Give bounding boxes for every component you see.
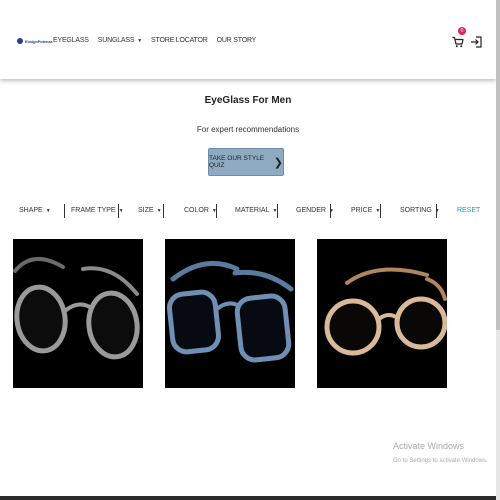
filter-divider (118, 204, 119, 218)
filter-size[interactable]: SIZE ▼ (138, 204, 162, 218)
login-icon[interactable] (470, 36, 482, 48)
filter-color[interactable]: COLOR ▼ (184, 204, 217, 218)
logo-text: EnsignPotenza (25, 38, 53, 44)
filter-price[interactable]: PRICE ▼ (351, 204, 380, 218)
taskbar (0, 496, 496, 500)
chevron-down-icon: ▼ (137, 38, 143, 44)
page-subtitle: For expert recommendations (196, 125, 300, 134)
cart-icon[interactable] (452, 36, 464, 48)
filter-frame-type[interactable]: FRAME TYPE ▼ (71, 204, 124, 218)
filter-gender[interactable]: GENDER ▼ (296, 204, 334, 218)
filter-divider (277, 204, 278, 218)
filter-shape[interactable]: SHAPE ▼ (19, 204, 51, 218)
nav-store-locator[interactable]: STORE LOCATOR (151, 37, 208, 44)
nav-links: EYEGLASS SUNGLASS ▼ STORE LOCATOR OUR STO… (53, 37, 256, 44)
nav-eyeglass[interactable]: EYEGLASS (53, 37, 89, 44)
filter-divider (64, 204, 65, 218)
filter-size-label: SIZE (138, 207, 154, 214)
product-card[interactable] (165, 239, 295, 388)
reset-filters-link[interactable]: RESET (457, 204, 480, 218)
chevron-down-icon: ▼ (118, 208, 124, 214)
style-quiz-button[interactable]: TAKE OUR STYLE QUIZ ❯ (208, 148, 284, 176)
scrollbar-thumb[interactable] (496, 0, 500, 330)
filter-frame-type-label: FRAME TYPE (71, 207, 116, 214)
chevron-right-icon: ❯ (273, 156, 283, 169)
filter-divider (216, 204, 217, 218)
chevron-down-icon: ▼ (45, 208, 51, 214)
nav-sunglass-label: SUNGLASS (97, 37, 135, 44)
cart-count-badge: 0 (458, 27, 466, 35)
windows-activation-title: Activate Windows (393, 441, 465, 451)
eyeglasses-image (324, 267, 447, 356)
filter-sorting-label: SORTING (400, 207, 432, 214)
brand-logo[interactable]: EnsignPotenza (17, 38, 52, 44)
nav-sunglass[interactable]: SUNGLASS ▼ (98, 37, 142, 44)
filter-price-label: PRICE (351, 207, 373, 214)
eyeglasses-image (13, 257, 140, 360)
filter-material-label: MATERIAL (235, 207, 270, 214)
nav-our-story[interactable]: OUR STORY (217, 37, 257, 44)
filter-divider (163, 204, 164, 218)
filter-shape-label: SHAPE (19, 207, 43, 214)
product-card[interactable] (13, 239, 143, 388)
filter-material[interactable]: MATERIAL ▼ (235, 204, 277, 218)
windows-activation-subtitle: Go to Settings to activate Windows. (393, 458, 488, 464)
product-card[interactable] (317, 239, 447, 388)
eyeglasses-image (166, 260, 294, 363)
filter-gender-label: GENDER (296, 207, 326, 214)
filter-sorting[interactable]: SORTING ▼ (400, 204, 440, 218)
filter-divider (330, 204, 331, 218)
filter-divider (436, 204, 437, 218)
page-title: EyeGlass For Men (204, 95, 292, 106)
logo-mark-icon (17, 38, 23, 44)
top-navbar: EnsignPotenza EYEGLASS SUNGLASS ▼ STORE L… (0, 0, 496, 79)
filter-color-label: COLOR (184, 207, 209, 214)
style-quiz-label: TAKE OUR STYLE QUIZ (209, 155, 265, 169)
chevron-down-icon: ▼ (156, 208, 162, 214)
filter-bar: SHAPE ▼ FRAME TYPE ▼ SIZE ▼ COLOR ▼ MATERIAL… (0, 204, 496, 220)
filter-divider (380, 204, 381, 218)
